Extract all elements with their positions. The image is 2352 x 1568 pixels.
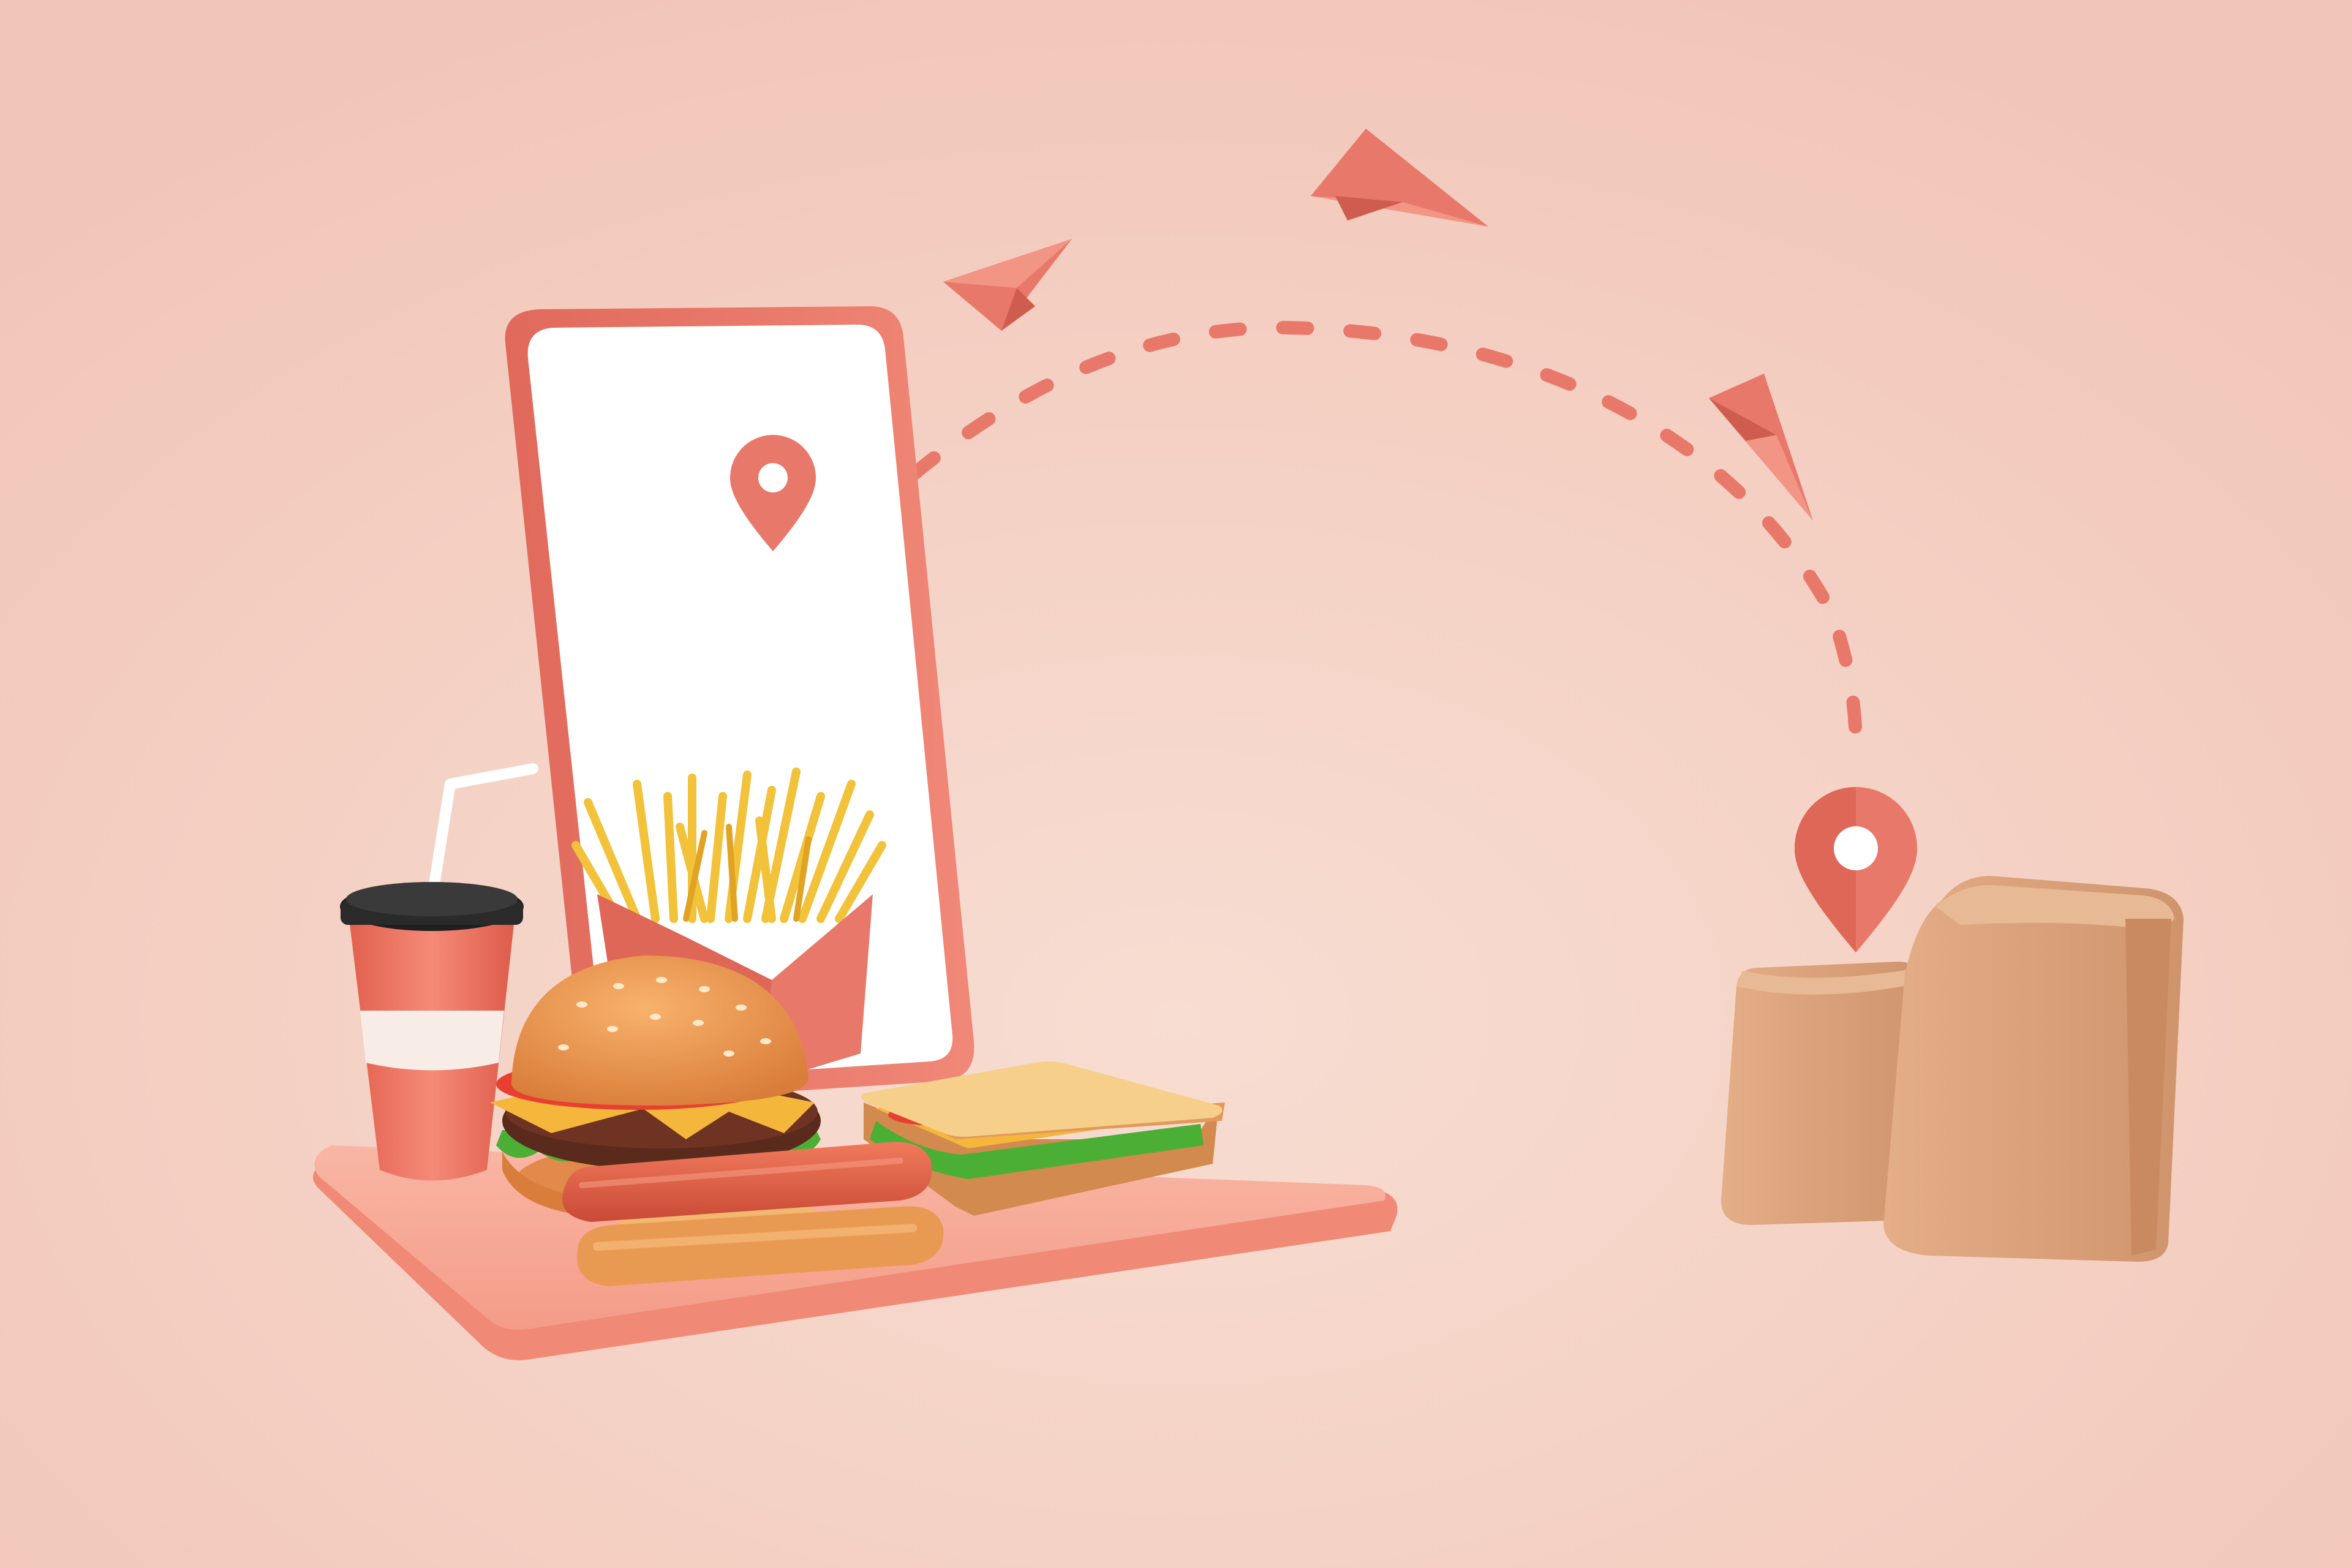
delivery-scene (0, 0, 2352, 1568)
paper-bag-large (1883, 876, 2184, 1262)
background (0, 0, 2352, 1568)
